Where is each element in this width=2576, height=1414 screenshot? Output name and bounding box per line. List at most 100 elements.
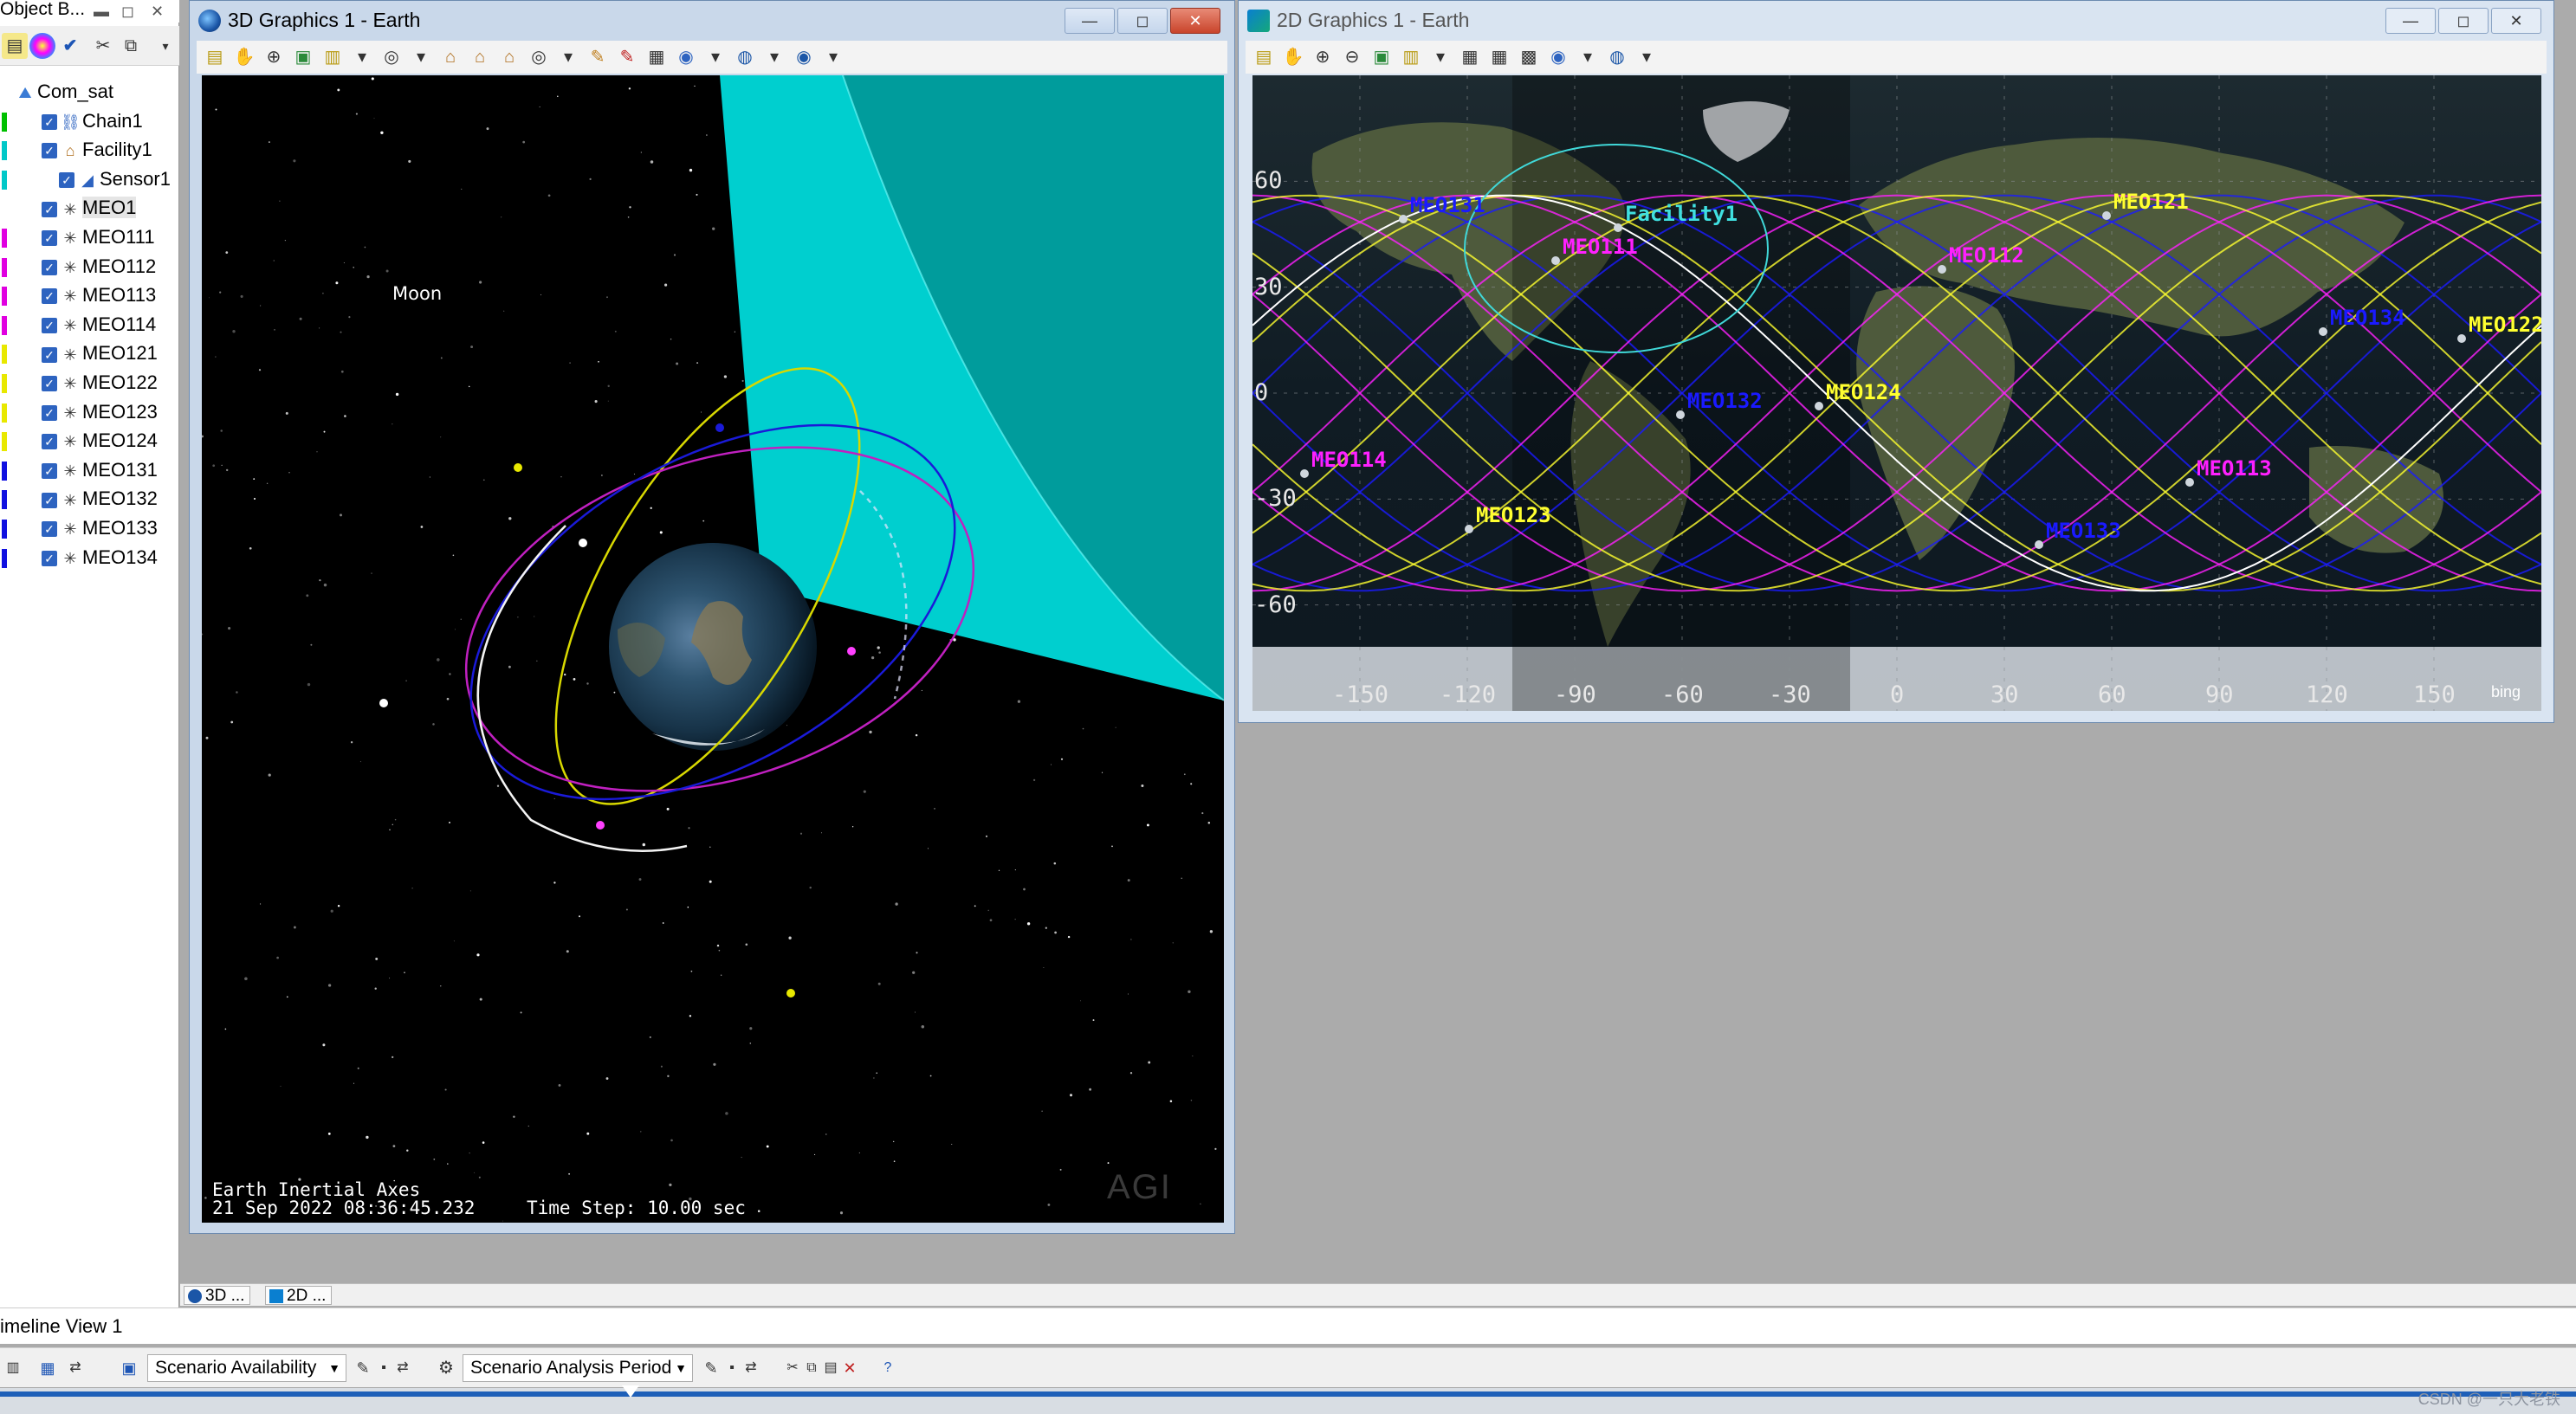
tree-node-meo113[interactable]: ✓ ✳ MEO113 bbox=[2, 281, 156, 309]
satellite-marker[interactable] bbox=[1399, 215, 1408, 223]
measure-icon[interactable]: ✎ bbox=[614, 44, 640, 70]
satellite-label-meo131[interactable]: MEO131 bbox=[1410, 193, 1485, 217]
visibility-checkbox[interactable]: ✓ bbox=[42, 113, 57, 130]
tree-node-meo112[interactable]: ✓ ✳ MEO112 bbox=[2, 253, 156, 281]
close-button[interactable]: ✕ bbox=[1170, 8, 1220, 34]
bookmark-icon[interactable]: ▣ bbox=[1369, 44, 1395, 70]
satellite-marker[interactable] bbox=[1938, 265, 1946, 274]
color-palette-icon[interactable] bbox=[29, 33, 55, 59]
satellite-marker[interactable] bbox=[1300, 469, 1309, 478]
visibility-checkbox[interactable]: ✓ bbox=[42, 143, 57, 159]
analysis-period-icon[interactable]: ⚙ bbox=[433, 1355, 459, 1381]
satellite-label-meo121[interactable]: MEO121 bbox=[2113, 190, 2189, 214]
close-button[interactable]: ✕ bbox=[2491, 8, 2541, 34]
tree-node-meo111[interactable]: ✓ ✳ MEO111 bbox=[2, 223, 155, 251]
tree-node-meo124[interactable]: ✓ ✳ MEO124 bbox=[2, 427, 158, 455]
top-view-icon[interactable]: ⌂ bbox=[467, 44, 493, 70]
visibility-checkbox[interactable]: ✓ bbox=[42, 492, 57, 508]
visibility-checkbox[interactable]: ✓ bbox=[42, 550, 57, 566]
satellite-marker[interactable] bbox=[1614, 223, 1622, 232]
globe-settings-icon[interactable]: ◉ bbox=[1545, 44, 1571, 70]
satellite-label-meo124[interactable]: MEO124 bbox=[1826, 380, 1901, 404]
satellite-marker[interactable] bbox=[2457, 334, 2466, 343]
pin-icon[interactable]: ▬ bbox=[94, 0, 109, 23]
cut-icon[interactable]: ✂ bbox=[90, 33, 116, 59]
tab-3d[interactable]: 3D ... bbox=[184, 1286, 251, 1305]
grid-icon[interactable]: ▦ bbox=[644, 44, 670, 70]
visibility-checkbox[interactable]: ✓ bbox=[42, 317, 57, 333]
close-icon[interactable]: ✕ bbox=[151, 0, 164, 23]
timeline-view-icon[interactable]: ▦ bbox=[35, 1355, 61, 1381]
2d-map-viewport[interactable]: 60 30 0 -30 -60 -150 -120 -90 -60 -30 0 30 60 90 120 1… bbox=[1252, 75, 2541, 711]
tree-node-meo1[interactable]: ✓ ✳ MEO1 bbox=[2, 194, 137, 222]
visibility-checkbox[interactable]: ✓ bbox=[42, 259, 57, 275]
satellite-label-meo122[interactable]: MEO122 bbox=[2469, 313, 2541, 337]
timeline-scenario-bar[interactable] bbox=[0, 1391, 2576, 1397]
satellite-marker[interactable] bbox=[1465, 525, 1473, 533]
satellite-marker[interactable] bbox=[579, 539, 587, 547]
tree-node-facility1[interactable]: ✓ ⌂ Facility1 bbox=[2, 136, 152, 164]
maximize-button[interactable]: ◻ bbox=[1117, 8, 1168, 34]
visibility-checkbox[interactable]: ✓ bbox=[42, 521, 57, 538]
visibility-checkbox[interactable]: ✓ bbox=[42, 376, 57, 392]
tree-node-meo114[interactable]: ✓ ✳ MEO114 bbox=[2, 311, 156, 339]
satellite-label-meo133[interactable]: MEO133 bbox=[2046, 519, 2121, 543]
pencil-icon[interactable]: ✎ bbox=[585, 44, 611, 70]
visibility-checkbox[interactable]: ✓ bbox=[42, 462, 57, 479]
satellite-marker[interactable] bbox=[379, 699, 388, 707]
visibility-checkbox[interactable]: ✓ bbox=[42, 230, 57, 247]
pan-icon[interactable]: ✋ bbox=[231, 44, 257, 70]
view-from-icon[interactable]: ◎ bbox=[379, 44, 405, 70]
satellite-label-meo111[interactable]: MEO111 bbox=[1563, 235, 1638, 259]
zoom-in-icon[interactable]: ⊕ bbox=[261, 44, 287, 70]
satellite-label-meo134[interactable]: MEO134 bbox=[2330, 306, 2405, 330]
satellite-marker[interactable] bbox=[2185, 478, 2194, 487]
layers-icon[interactable]: ▥ bbox=[320, 44, 346, 70]
satellite-marker[interactable] bbox=[514, 463, 522, 472]
delete-icon[interactable]: ✕ bbox=[837, 1355, 863, 1381]
satellite-marker[interactable] bbox=[1676, 410, 1685, 419]
layers-icon[interactable]: ▥ bbox=[1398, 44, 1424, 70]
globe-manager-icon[interactable]: ◍ bbox=[1604, 44, 1630, 70]
timeline-cursor-marker[interactable] bbox=[622, 1385, 639, 1398]
3d-scene[interactable] bbox=[202, 75, 1224, 1223]
link-icon[interactable]: ⇄ bbox=[738, 1355, 764, 1381]
visibility-checkbox[interactable]: ✓ bbox=[59, 171, 74, 188]
tree-node-meo122[interactable]: ✓ ✳ MEO122 bbox=[2, 369, 158, 397]
timeline-link-icon[interactable]: ⇄ bbox=[62, 1355, 88, 1381]
properties-icon[interactable]: ▤ bbox=[1251, 44, 1277, 70]
analysis-period-select[interactable]: Scenario Analysis Period ▼ bbox=[463, 1354, 693, 1382]
copy-icon[interactable]: ⧉ bbox=[118, 33, 144, 59]
scale-icon[interactable]: ▦ bbox=[1486, 44, 1512, 70]
satellite-label-meo113[interactable]: MEO113 bbox=[2197, 456, 2272, 481]
dropdown-icon[interactable]: ▾ bbox=[1634, 44, 1660, 70]
satellite-marker[interactable] bbox=[596, 821, 605, 830]
satellite-marker[interactable] bbox=[2035, 540, 2043, 549]
dropdown-icon[interactable]: ▾ bbox=[555, 44, 581, 70]
zoom-out-icon[interactable]: ⊖ bbox=[1339, 44, 1365, 70]
tree-node-chain1[interactable]: ✓ ⛓Chain1 bbox=[2, 107, 143, 135]
properties-icon[interactable]: ▤ bbox=[202, 44, 228, 70]
minimize-button[interactable]: — bbox=[2385, 8, 2436, 34]
help-icon[interactable]: ? bbox=[875, 1355, 901, 1381]
check-icon[interactable]: ✔ bbox=[57, 33, 83, 59]
satellite-label-facility1[interactable]: Facility1 bbox=[1625, 202, 1738, 226]
dropdown-icon[interactable]: ▾ bbox=[349, 44, 375, 70]
bottom-view-icon[interactable]: ⌂ bbox=[496, 44, 522, 70]
new-object-icon[interactable]: ▤ bbox=[2, 33, 28, 59]
dropdown-icon[interactable]: ▾ bbox=[1427, 44, 1453, 70]
tree-node-meo131[interactable]: ✓ ✳ MEO131 bbox=[2, 456, 158, 484]
visibility-checkbox[interactable]: ✓ bbox=[42, 404, 57, 421]
satellite-marker[interactable] bbox=[715, 423, 724, 432]
tree-node-sensor1[interactable]: ✓ ◢ Sensor1 bbox=[2, 165, 171, 193]
dropdown-icon[interactable]: ▾ bbox=[761, 44, 787, 70]
earth-icon[interactable]: ◍ bbox=[732, 44, 758, 70]
home-view-icon[interactable]: ⌂ bbox=[437, 44, 463, 70]
dropdown-icon[interactable]: ▾ bbox=[1575, 44, 1601, 70]
satellite-marker[interactable] bbox=[1551, 256, 1560, 265]
visibility-checkbox[interactable]: ✓ bbox=[42, 201, 57, 217]
3d-viewport[interactable]: Moon Earth Inertial Axes 21 Sep 2022 08:… bbox=[202, 75, 1224, 1223]
globe-manager-icon[interactable]: ◉ bbox=[791, 44, 817, 70]
toolbar-overflow-icon[interactable]: ▾ bbox=[152, 33, 178, 59]
satellite-marker[interactable] bbox=[786, 989, 795, 998]
